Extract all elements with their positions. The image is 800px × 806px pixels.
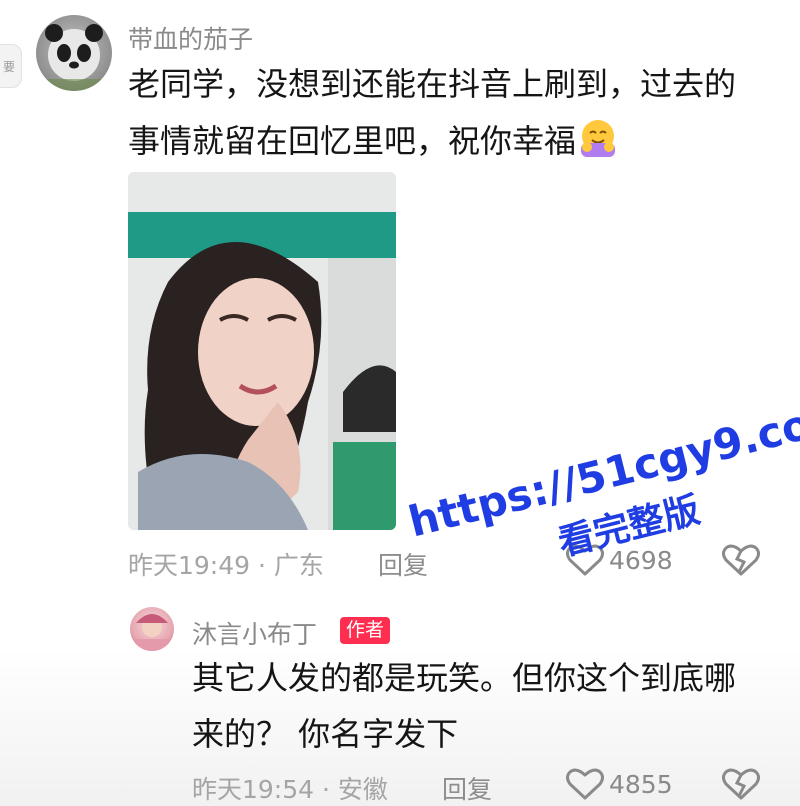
watermark-overlay: https://51cgy9.com 看完整版 [380, 312, 800, 579]
reply-reply-button[interactable]: 回复 [442, 770, 492, 806]
panda-avatar-icon [36, 24, 112, 91]
reply-text-line2: 来的？ 你名字发下 [192, 715, 459, 753]
comment-timestamp-location: 昨天19:49 · 广东 [128, 551, 324, 580]
side-pill[interactable]: 要 [0, 44, 22, 88]
reply-text-line1: 其它人发的都是玩笑。但你这个到底哪 [192, 659, 737, 697]
broken-heart-icon[interactable] [722, 543, 760, 577]
reply-timestamp-location: 昨天19:54 · 安徽 [192, 775, 388, 804]
broken-heart-icon[interactable] [722, 767, 760, 801]
reply-username[interactable]: 沐言小布丁 [192, 615, 317, 651]
comment-text-line2: 事情就留在回忆里吧，祝你幸福 [128, 122, 577, 160]
comment-photo[interactable] [128, 172, 396, 530]
reply-avatar[interactable] [130, 607, 174, 651]
author-badge: 作者 [340, 617, 391, 644]
hug-emoji-icon [581, 120, 615, 157]
photo-image [128, 172, 396, 530]
reply-like-count: 4855 [609, 770, 673, 799]
comment-username[interactable]: 带血的茄子 [128, 20, 253, 56]
heart-icon[interactable] [566, 767, 604, 801]
comment-text-line1: 老同学，没想到还能在抖音上刷到，过去的 [128, 65, 737, 103]
avatar-image [134, 614, 170, 651]
avatar[interactable] [36, 15, 112, 91]
